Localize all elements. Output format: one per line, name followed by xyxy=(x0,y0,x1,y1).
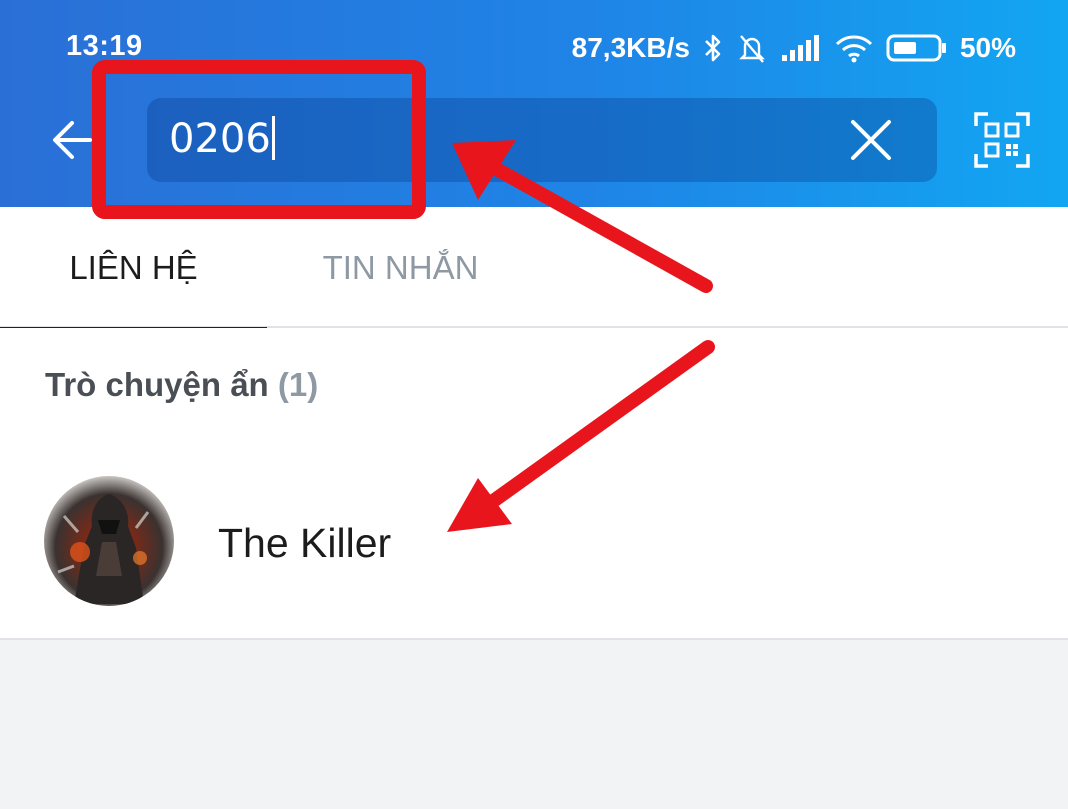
tab-messages-label: TIN NHẮN xyxy=(322,248,479,286)
section-count: (1) xyxy=(277,366,319,403)
tab-messages[interactable]: TIN NHẮN xyxy=(267,207,534,328)
text-caret xyxy=(271,116,275,160)
tab-contacts[interactable]: LIÊN HỆ xyxy=(0,207,267,330)
bell-muted-icon xyxy=(739,35,765,63)
tab-contacts-label: LIÊN HỆ xyxy=(69,248,198,286)
section-title-text: Trò chuyện ẩn xyxy=(45,366,269,403)
app-header: 13:19 87,3KB/s 50% 0206 xyxy=(0,0,1068,207)
network-speed: 87,3KB/s xyxy=(571,32,690,63)
bluetooth-icon xyxy=(705,34,721,62)
section-title: Trò chuyện ẩn (1) xyxy=(45,366,318,404)
search-results: Trò chuyện ẩn (1) The Killer xyxy=(0,328,1068,640)
back-button[interactable] xyxy=(46,112,102,168)
signal-icon xyxy=(781,35,819,61)
close-icon xyxy=(851,120,891,160)
avatar xyxy=(44,476,174,606)
contact-name: The Killer xyxy=(218,520,392,566)
tab-bar: LIÊN HỆ TIN NHẮN xyxy=(0,207,1068,330)
search-input[interactable]: 0206 xyxy=(147,98,937,182)
status-time: 13:19 xyxy=(66,30,143,62)
status-indicators: 87,3KB/s 50% xyxy=(572,28,1016,68)
qr-code-icon xyxy=(974,112,1030,168)
clear-search-button[interactable] xyxy=(847,116,895,164)
battery-level: 50% xyxy=(959,32,1016,63)
status-bar: 13:19 87,3KB/s 50% xyxy=(0,0,1068,80)
wifi-icon xyxy=(835,35,873,63)
qr-scan-button[interactable] xyxy=(972,110,1032,170)
arrow-left-icon xyxy=(53,121,92,159)
battery-icon xyxy=(886,34,946,62)
list-item[interactable]: The Killer xyxy=(0,468,1068,608)
search-value: 0206 xyxy=(169,116,271,162)
